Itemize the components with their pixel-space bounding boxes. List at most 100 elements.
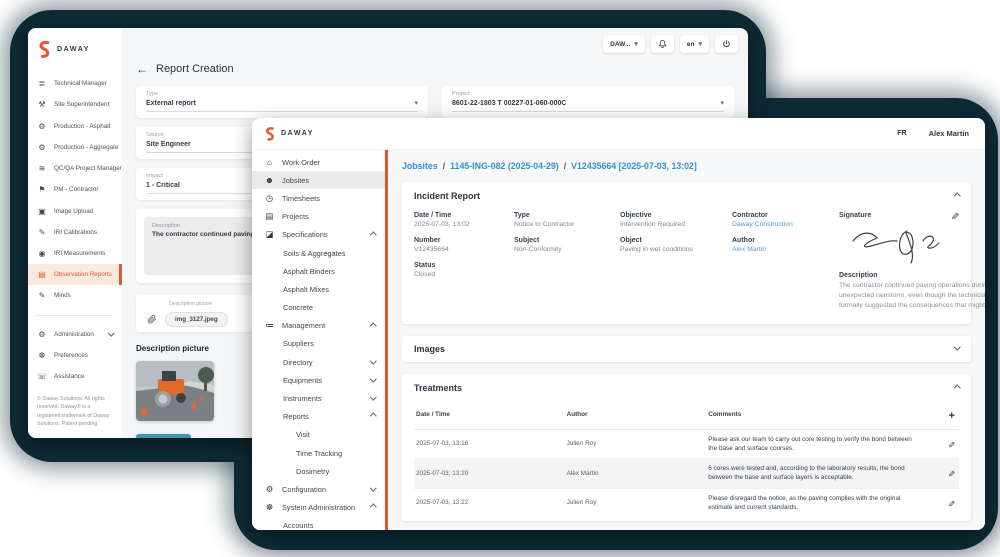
logout-button[interactable] bbox=[715, 35, 738, 53]
author-link[interactable]: Alex Martin bbox=[732, 246, 839, 253]
sidebar-item-iri-calibrations[interactable]: ✎ IRI Calibrations bbox=[28, 222, 122, 243]
sidebar-item-equipments[interactable]: Equipments bbox=[252, 371, 385, 389]
daway-logo[interactable]: DAWAY bbox=[264, 126, 314, 142]
notifications-button[interactable] bbox=[651, 35, 674, 53]
chevron-down-icon: ▾ bbox=[634, 40, 638, 48]
sidebar-item-administration[interactable]: ⚙Administration bbox=[28, 324, 122, 345]
sidebar-item-configuration[interactable]: ⚙Configuration bbox=[252, 480, 385, 498]
sidebar-item-pm-contractor[interactable]: ⚑PM - Contractor bbox=[28, 179, 122, 200]
sidebar-item-time-tracking[interactable]: Time Tracking bbox=[252, 444, 385, 462]
field-label: Date / Time bbox=[414, 212, 514, 219]
edit-icon[interactable]: ✎ bbox=[948, 499, 955, 510]
sidebar-item-production-asphalt[interactable]: ⚙Production - Asphalt bbox=[28, 115, 122, 136]
sidebar-item-production-aggregate[interactable]: ⚙Production - Aggregate bbox=[28, 137, 122, 158]
daway-logo[interactable]: DAWAY bbox=[28, 28, 122, 73]
sidebar-item-work-order[interactable]: ⌂Work Order bbox=[252, 153, 385, 171]
breadcrumb-jobsite-id[interactable]: 1145-ING-082 (2025-04-29) bbox=[450, 161, 559, 171]
table-row: 2025-07-03, 13:16 Julien Roy Please ask … bbox=[414, 430, 959, 460]
add-treatment-button[interactable]: + bbox=[949, 410, 955, 422]
daway-logo-text: DAWAY bbox=[57, 46, 90, 53]
people-icon: ☻ bbox=[264, 175, 275, 185]
equalizer-icon: ≣ bbox=[37, 79, 47, 88]
field-label: Author bbox=[732, 237, 839, 244]
images-title: Images bbox=[414, 344, 445, 354]
project-select[interactable]: Project 8601-22-1803 T 00227-01-060-000C… bbox=[442, 86, 734, 118]
sidebar-item-label: IRI Measurements bbox=[54, 250, 105, 257]
sidebar-item-minds[interactable]: ✎Minds bbox=[28, 285, 122, 306]
incident-objective-value: Intervention Required bbox=[620, 221, 732, 228]
back-arrow-icon[interactable]: ← bbox=[136, 62, 148, 76]
breadcrumb-jobsites[interactable]: Jobsites bbox=[402, 161, 438, 171]
sidebar-item-label: Jobsites bbox=[282, 176, 309, 185]
sidebar-item-dosimetry[interactable]: Dosimetry bbox=[252, 462, 385, 480]
sidebar-item-accounts[interactable]: Accounts bbox=[252, 517, 385, 530]
chevron-down-icon: ▾ bbox=[720, 99, 724, 107]
user-menu[interactable]: Alex Martin bbox=[929, 129, 969, 138]
chevron-down-icon: ▾ bbox=[698, 40, 702, 48]
sidebar-item-directory[interactable]: Directory bbox=[252, 353, 385, 371]
language-dropdown[interactable]: en▾ bbox=[680, 35, 709, 53]
sidebar-item-site-superintendent[interactable]: ⚒Site Superintendent bbox=[28, 94, 122, 115]
incident-date-value: 2025-07-03, 13:02 bbox=[414, 221, 514, 228]
sidebar-item-asphalt-binders[interactable]: Asphalt Binders bbox=[252, 262, 385, 280]
sidebar-item-management[interactable]: ≔Management bbox=[252, 317, 385, 335]
sidebar-item-qcqa-project-manager[interactable]: ≋QC/QA Project Manager bbox=[28, 158, 122, 179]
field-label: Type bbox=[146, 91, 418, 97]
sidebar-item-observation-reports[interactable]: ▤Observation Reports bbox=[28, 264, 122, 285]
sidebar-item-soils-aggregates[interactable]: Soils & Aggregates bbox=[252, 244, 385, 262]
sidebar-item-label: Accounts bbox=[283, 521, 313, 530]
sidebar-item-label: Equipments bbox=[283, 376, 322, 385]
field-label: Number bbox=[414, 237, 514, 244]
sidebar-item-timesheets[interactable]: ◷Timesheets bbox=[252, 189, 385, 207]
sidebar-item-asphalt-mixes[interactable]: Asphalt Mixes bbox=[252, 280, 385, 298]
sidebar-item-projects[interactable]: ▤Projects bbox=[252, 208, 385, 226]
sidebar-item-label: Administration bbox=[54, 331, 94, 338]
binoculars-icon: ◉ bbox=[37, 249, 47, 258]
account-dropdown[interactable]: DAW...▾ bbox=[603, 35, 645, 53]
confirm-button[interactable]: CONFIRM bbox=[136, 434, 191, 438]
gears-icon: ☸ bbox=[37, 351, 47, 360]
sidebar-item-iri-measurements[interactable]: ◉ IRI Measurements bbox=[28, 243, 122, 264]
type-select[interactable]: Type External report▾ bbox=[136, 86, 428, 118]
sidebar-item-concrete[interactable]: Concrete bbox=[252, 299, 385, 317]
field-label: Status bbox=[414, 262, 514, 269]
sidebar-item-image-upload[interactable]: ▣Image Upload bbox=[28, 200, 122, 221]
sidebar-item-reports[interactable]: Reports bbox=[252, 408, 385, 426]
sidebar-item-label: IRI Calibrations bbox=[54, 229, 97, 236]
sidebar-item-label: Projects bbox=[282, 212, 309, 221]
sidebar-item-suppliers[interactable]: Suppliers bbox=[252, 335, 385, 353]
paving-photo bbox=[136, 361, 214, 421]
sidebar-item-visit[interactable]: Visit bbox=[252, 426, 385, 444]
sidebar-item-preferences[interactable]: ☸Preferences bbox=[28, 345, 122, 366]
breadcrumb-incident-id[interactable]: V12435664 [2025-07-03, 13:02] bbox=[571, 161, 697, 171]
incident-report-title: Incident Report bbox=[414, 191, 959, 201]
paperclip-icon bbox=[146, 313, 157, 326]
attachment-chip[interactable]: img_3127.jpeg bbox=[165, 312, 228, 327]
sidebar-item-assistance[interactable]: ☏Assistance bbox=[28, 366, 122, 387]
clock-icon: ◷ bbox=[264, 193, 275, 204]
daway-logo-icon bbox=[264, 126, 276, 142]
sidebar-item-specifications[interactable]: ◪Specifications bbox=[252, 226, 385, 244]
edit-icon[interactable]: ✎ bbox=[948, 469, 955, 480]
language-toggle[interactable]: FR bbox=[897, 130, 906, 137]
field-label: Contractor bbox=[732, 212, 839, 219]
field-label: Object bbox=[620, 237, 732, 244]
sidebar-item-label: Observation Reports bbox=[54, 271, 112, 278]
treatment-author: Julien Roy bbox=[567, 499, 709, 506]
hammer-icon: ⚒ bbox=[37, 100, 47, 109]
description-picture-thumbnail[interactable] bbox=[136, 361, 214, 421]
images-section[interactable]: Images bbox=[402, 336, 971, 362]
sidebar-item-instruments[interactable]: Instruments bbox=[252, 389, 385, 407]
incident-object-value: Paving in wet conditions bbox=[620, 246, 732, 253]
contractor-link[interactable]: Daway Construction bbox=[732, 221, 839, 228]
pen-icon: ✎ bbox=[37, 228, 47, 237]
edit-icon[interactable]: ✎ bbox=[948, 440, 955, 451]
sidebar-item-jobsites[interactable]: ☻ Jobsites bbox=[252, 171, 385, 189]
column-header-author: Author bbox=[567, 411, 709, 418]
sidebar-item-technical-manager[interactable]: ≣Technical Manager bbox=[28, 73, 122, 94]
sidebar-item-label: PM - Contractor bbox=[54, 186, 98, 193]
chevron-down-icon: ▾ bbox=[414, 99, 418, 107]
sidebar-item-system-administration[interactable]: ☸System Administration bbox=[252, 499, 385, 517]
sidebar-item-label: Specifications bbox=[282, 230, 328, 239]
treatment-author: Julien Roy bbox=[567, 440, 709, 447]
